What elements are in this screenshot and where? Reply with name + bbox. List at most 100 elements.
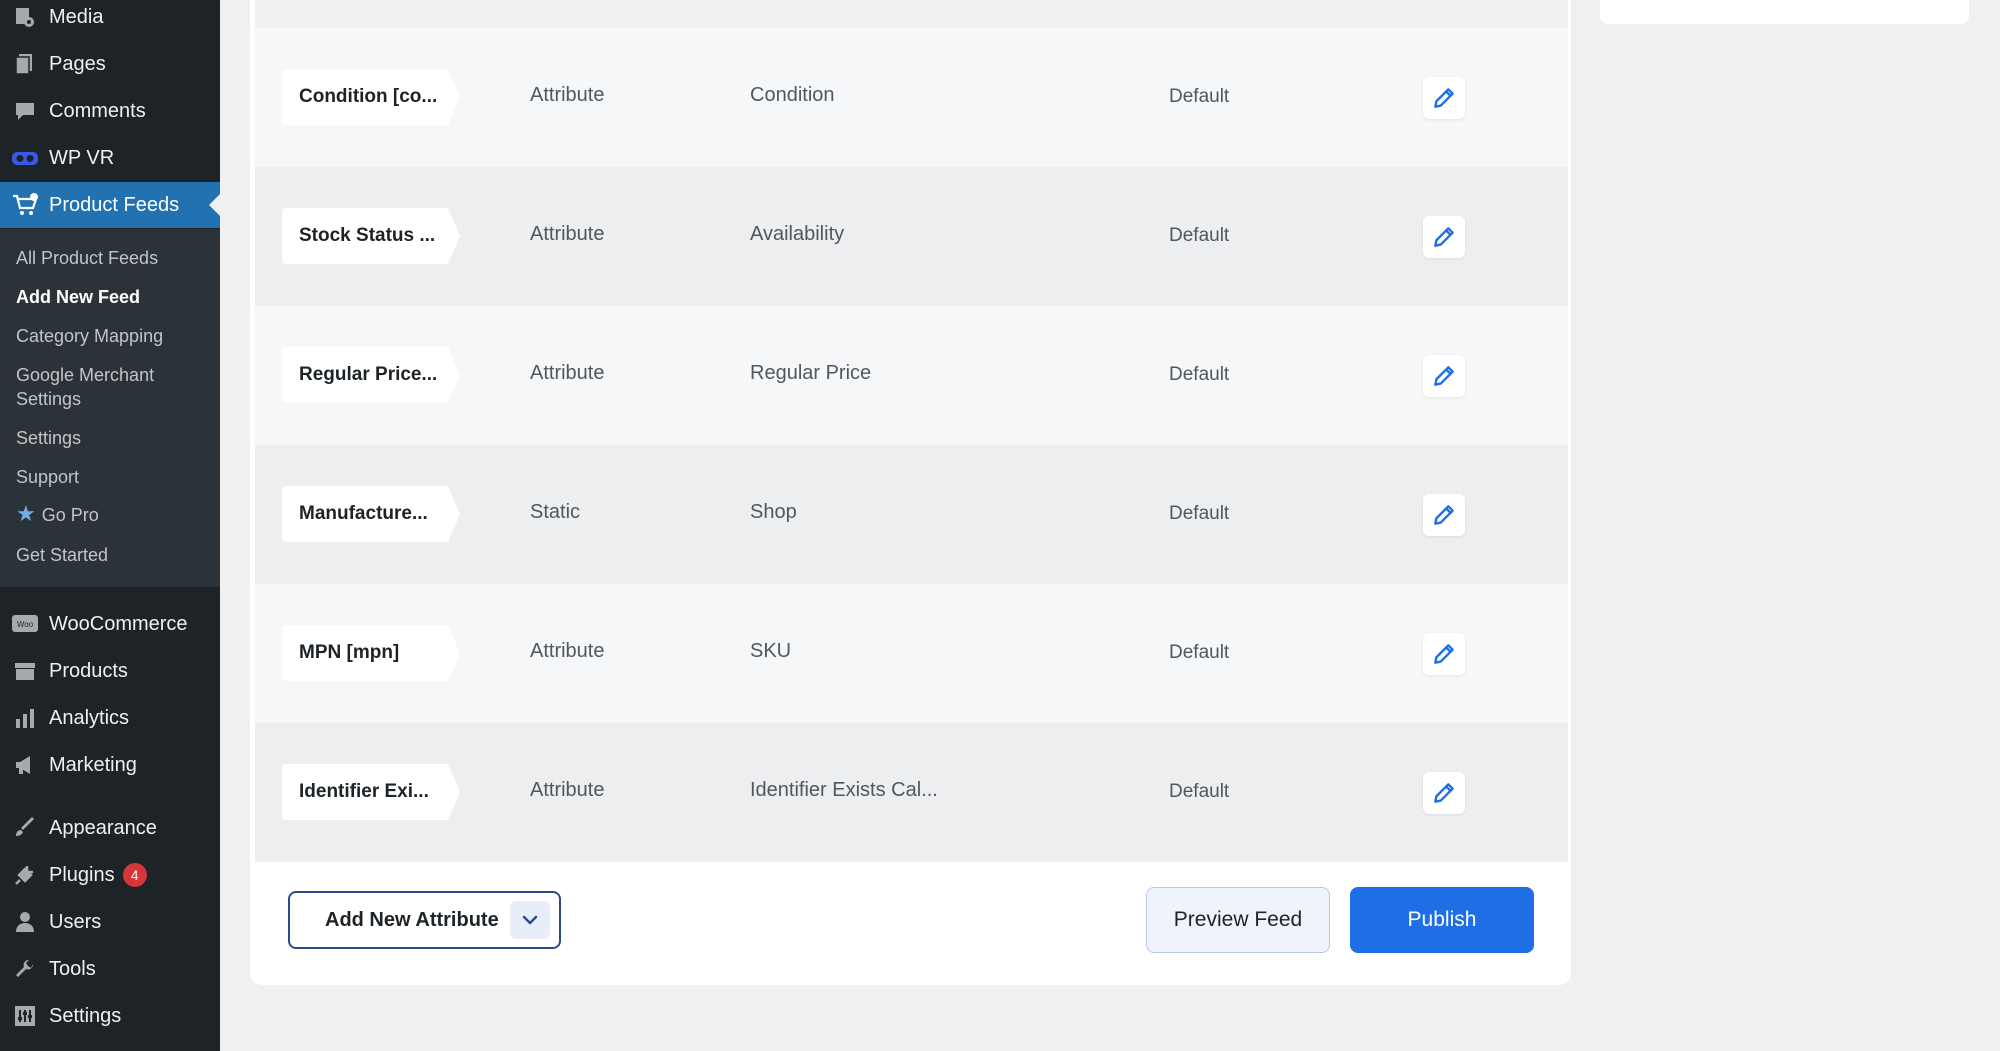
- vr-icon: [10, 143, 40, 173]
- pencil-icon: [1434, 88, 1454, 108]
- attribute-type: Static: [530, 501, 581, 523]
- submenu-add-new-feed[interactable]: Add New Feed: [16, 285, 140, 309]
- media-icon: [10, 2, 40, 32]
- woo-icon-text: Woo: [17, 620, 34, 629]
- products-icon: [10, 656, 40, 686]
- menu-item-products[interactable]: Products: [0, 648, 220, 694]
- menu-item-comments[interactable]: Comments: [0, 88, 220, 134]
- add-attribute-dropdown[interactable]: [510, 901, 550, 939]
- menu-label: Marketing: [49, 753, 137, 776]
- pencil-icon: [1434, 505, 1454, 525]
- brush-icon: [10, 813, 40, 843]
- attribute-name-tag[interactable]: Condition [co...: [282, 69, 448, 125]
- submenu-label-line1: Google Merchant: [16, 365, 155, 385]
- menu-item-wp-vr[interactable]: WP VR: [0, 135, 220, 181]
- table-row: Identifier Exi... Attribute Identifier E…: [255, 723, 1568, 862]
- output-type: Default: [1169, 225, 1230, 246]
- attribute-name-tag[interactable]: Stock Status ...: [282, 208, 448, 264]
- preview-feed-button[interactable]: Preview Feed: [1146, 887, 1330, 953]
- publish-button[interactable]: Publish: [1350, 887, 1534, 953]
- pages-icon: [10, 49, 40, 79]
- table-row: Regular Price... Attribute Regular Price…: [255, 306, 1568, 445]
- submenu-label: Go Pro: [41, 505, 99, 525]
- menu-item-plugins[interactable]: Plugins 4: [0, 852, 220, 898]
- table-row: Stock Status ... Attribute Availability …: [255, 167, 1568, 306]
- menu-label: Plugins: [49, 863, 115, 886]
- plugins-update-badge: 4: [122, 863, 147, 887]
- edit-button[interactable]: [1423, 216, 1465, 258]
- submenu-google-merchant[interactable]: Google Merchant Settings: [16, 363, 154, 411]
- side-panel: [1600, 0, 1969, 24]
- wrench-icon: [10, 954, 40, 984]
- submenu-settings[interactable]: Settings: [16, 426, 81, 450]
- attribute-type: Attribute: [530, 362, 605, 384]
- add-new-attribute-button[interactable]: Add New Attribute: [288, 891, 561, 949]
- attribute-value: Shop: [750, 501, 797, 523]
- menu-label: Settings: [49, 1004, 122, 1027]
- tag-arrow: [448, 69, 460, 125]
- attribute-name-tag[interactable]: Manufacture...: [282, 486, 448, 542]
- menu-item-media[interactable]: Media: [0, 0, 220, 40]
- settings-icon: [10, 1001, 40, 1031]
- comments-icon: [10, 96, 40, 126]
- output-type: Default: [1169, 642, 1230, 663]
- menu-label: Media: [49, 5, 104, 28]
- menu-item-marketing[interactable]: Marketing: [0, 742, 220, 788]
- menu-item-users[interactable]: Users: [0, 899, 220, 945]
- menu-label: Tools: [49, 957, 96, 980]
- edit-button[interactable]: [1423, 77, 1465, 119]
- attribute-type: Attribute: [530, 640, 605, 662]
- table-row: Condition [co... Attribute Condition Def…: [255, 28, 1568, 167]
- tag-arrow: [448, 347, 460, 403]
- menu-item-settings[interactable]: Settings: [0, 993, 220, 1039]
- attribute-value: Availability: [750, 223, 845, 245]
- tag-arrow: [448, 625, 460, 681]
- submenu-label-line2: Settings: [16, 389, 82, 409]
- cart-icon: [10, 190, 40, 220]
- menu-item-woocommerce[interactable]: Woo WooCommerce: [0, 601, 220, 647]
- menu-label: Users: [49, 910, 102, 933]
- attribute-value: Regular Price: [750, 362, 872, 384]
- output-type: Default: [1169, 781, 1230, 802]
- menu-item-tools[interactable]: Tools: [0, 946, 220, 992]
- attribute-type: Attribute: [530, 223, 605, 245]
- menu-item-analytics[interactable]: Analytics: [0, 695, 220, 741]
- menu-label: Analytics: [49, 706, 130, 729]
- edit-button[interactable]: [1423, 633, 1465, 675]
- tag-arrow: [448, 208, 460, 264]
- menu-item-pages[interactable]: Pages: [0, 41, 220, 87]
- pencil-icon: [1434, 227, 1454, 247]
- attribute-type: Attribute: [530, 84, 605, 106]
- output-type: Default: [1169, 364, 1230, 385]
- attribute-name-tag[interactable]: MPN [mpn]: [282, 625, 448, 681]
- submenu-go-pro[interactable]: ★ Go Pro: [16, 502, 99, 527]
- attribute-value: SKU: [750, 640, 792, 662]
- menu-label: WooCommerce: [49, 612, 188, 635]
- edit-button[interactable]: [1423, 355, 1465, 397]
- output-type: Default: [1169, 503, 1230, 524]
- edit-button[interactable]: [1423, 772, 1465, 814]
- attribute-name-tag[interactable]: Regular Price...: [282, 347, 448, 403]
- menu-label: WP VR: [49, 146, 115, 169]
- woo-icon: Woo: [10, 609, 40, 639]
- menu-item-appearance[interactable]: Appearance: [0, 805, 220, 851]
- admin-sidebar: Media Pages Comments WP VR Product Feeds…: [0, 0, 220, 1051]
- submenu-get-started[interactable]: Get Started: [16, 543, 108, 567]
- submenu-support[interactable]: Support: [16, 465, 79, 489]
- table-header-remnant: [255, 0, 1568, 28]
- edit-button[interactable]: [1423, 494, 1465, 536]
- attribute-value: Identifier Exists Cal...: [750, 779, 938, 801]
- submenu-category-mapping[interactable]: Category Mapping: [16, 324, 163, 348]
- menu-label: Pages: [49, 52, 106, 75]
- attribute-value: Condition: [750, 84, 835, 106]
- submenu-all-product-feeds[interactable]: All Product Feeds: [16, 246, 158, 270]
- menu-item-product-feeds[interactable]: Product Feeds: [0, 182, 220, 228]
- add-attribute-label: Add New Attribute: [325, 908, 499, 931]
- user-icon: [10, 907, 40, 937]
- plug-icon: [10, 860, 40, 890]
- tag-arrow: [448, 486, 460, 542]
- attribute-name-tag[interactable]: Identifier Exi...: [282, 764, 448, 820]
- attribute-type: Attribute: [530, 779, 605, 801]
- megaphone-icon: [10, 750, 40, 780]
- chevron-down-icon: [522, 915, 538, 925]
